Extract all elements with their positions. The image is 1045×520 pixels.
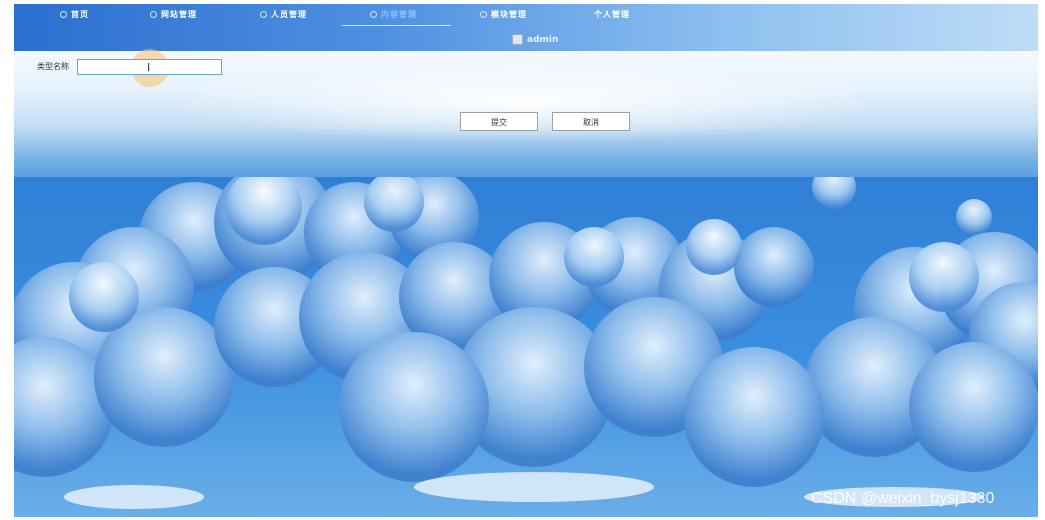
nav-item-home[interactable]: 首页 xyxy=(60,9,89,23)
site-icon xyxy=(150,11,157,18)
submit-button[interactable]: 提交 xyxy=(460,112,538,131)
nav-item-content-management[interactable]: 内容管理 xyxy=(370,9,417,23)
content-icon xyxy=(370,11,377,18)
watermark: CSDN @weixin_bysj1330 xyxy=(811,490,995,507)
type-name-label: 类型名称 xyxy=(37,62,69,71)
top-nav: 首页 网站管理 人员管理 内容管理 模块管理 个人管理 xyxy=(14,4,1038,26)
cloud-background-image xyxy=(14,177,1038,517)
module-icon xyxy=(480,11,487,18)
app-frame: 首页 网站管理 人员管理 内容管理 模块管理 个人管理 admin 类型名称 I… xyxy=(14,4,1038,517)
nav-item-personal-management[interactable]: 个人管理 xyxy=(594,9,630,23)
home-icon xyxy=(60,11,67,18)
user-info[interactable]: admin xyxy=(512,34,558,45)
user-icon xyxy=(260,11,267,18)
cancel-button[interactable]: 取消 xyxy=(552,112,630,131)
header: 首页 网站管理 人员管理 内容管理 模块管理 个人管理 admin xyxy=(14,4,1038,51)
nav-item-site-management[interactable]: 网站管理 xyxy=(150,9,197,23)
edit-form: 类型名称 I 提交 取消 xyxy=(14,49,1038,177)
clouds-illustration xyxy=(14,177,1038,509)
nav-item-staff-management[interactable]: 人员管理 xyxy=(260,9,307,23)
active-nav-underline xyxy=(342,25,451,26)
text-cursor-icon: I xyxy=(147,61,151,74)
avatar-icon xyxy=(512,34,523,45)
nav-item-module-management[interactable]: 模块管理 xyxy=(480,9,527,23)
